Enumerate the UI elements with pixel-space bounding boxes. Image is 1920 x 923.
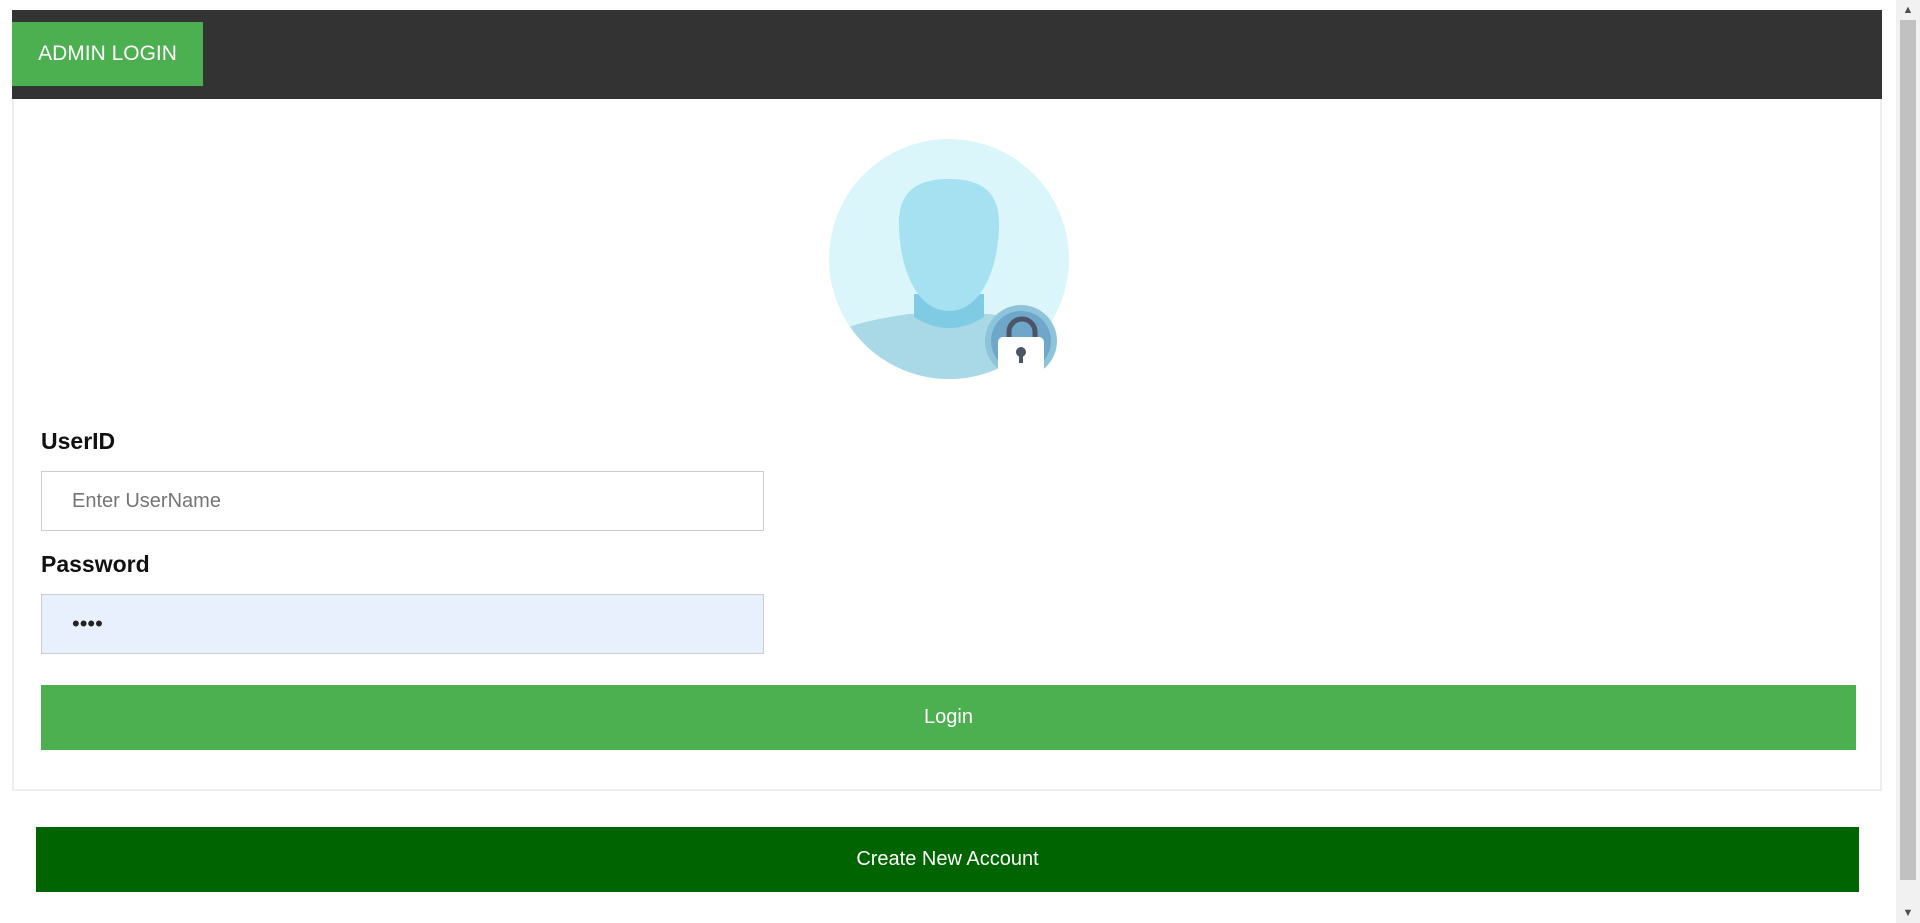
top-navbar: ADMIN LOGIN bbox=[12, 10, 1882, 99]
admin-login-page: ADMIN LOGIN UserID Password Login Creat bbox=[0, 0, 1920, 923]
create-new-account-button[interactable]: Create New Account bbox=[36, 827, 1859, 892]
login-button[interactable]: Login bbox=[41, 685, 1856, 750]
scroll-down-arrow-icon[interactable]: ▼ bbox=[1896, 903, 1920, 923]
scroll-up-arrow-icon[interactable]: ▲ bbox=[1896, 0, 1920, 20]
password-label: Password bbox=[41, 551, 150, 577]
admin-login-tab[interactable]: ADMIN LOGIN bbox=[12, 22, 203, 86]
password-input[interactable] bbox=[41, 594, 764, 654]
vertical-scrollbar[interactable]: ▲ ▼ bbox=[1896, 0, 1920, 923]
userid-input[interactable] bbox=[41, 471, 764, 531]
login-form-card: UserID Password Login bbox=[12, 99, 1882, 791]
userid-label: UserID bbox=[41, 428, 116, 454]
user-lock-avatar-icon bbox=[829, 139, 1069, 379]
scrollbar-thumb[interactable] bbox=[1900, 20, 1916, 880]
